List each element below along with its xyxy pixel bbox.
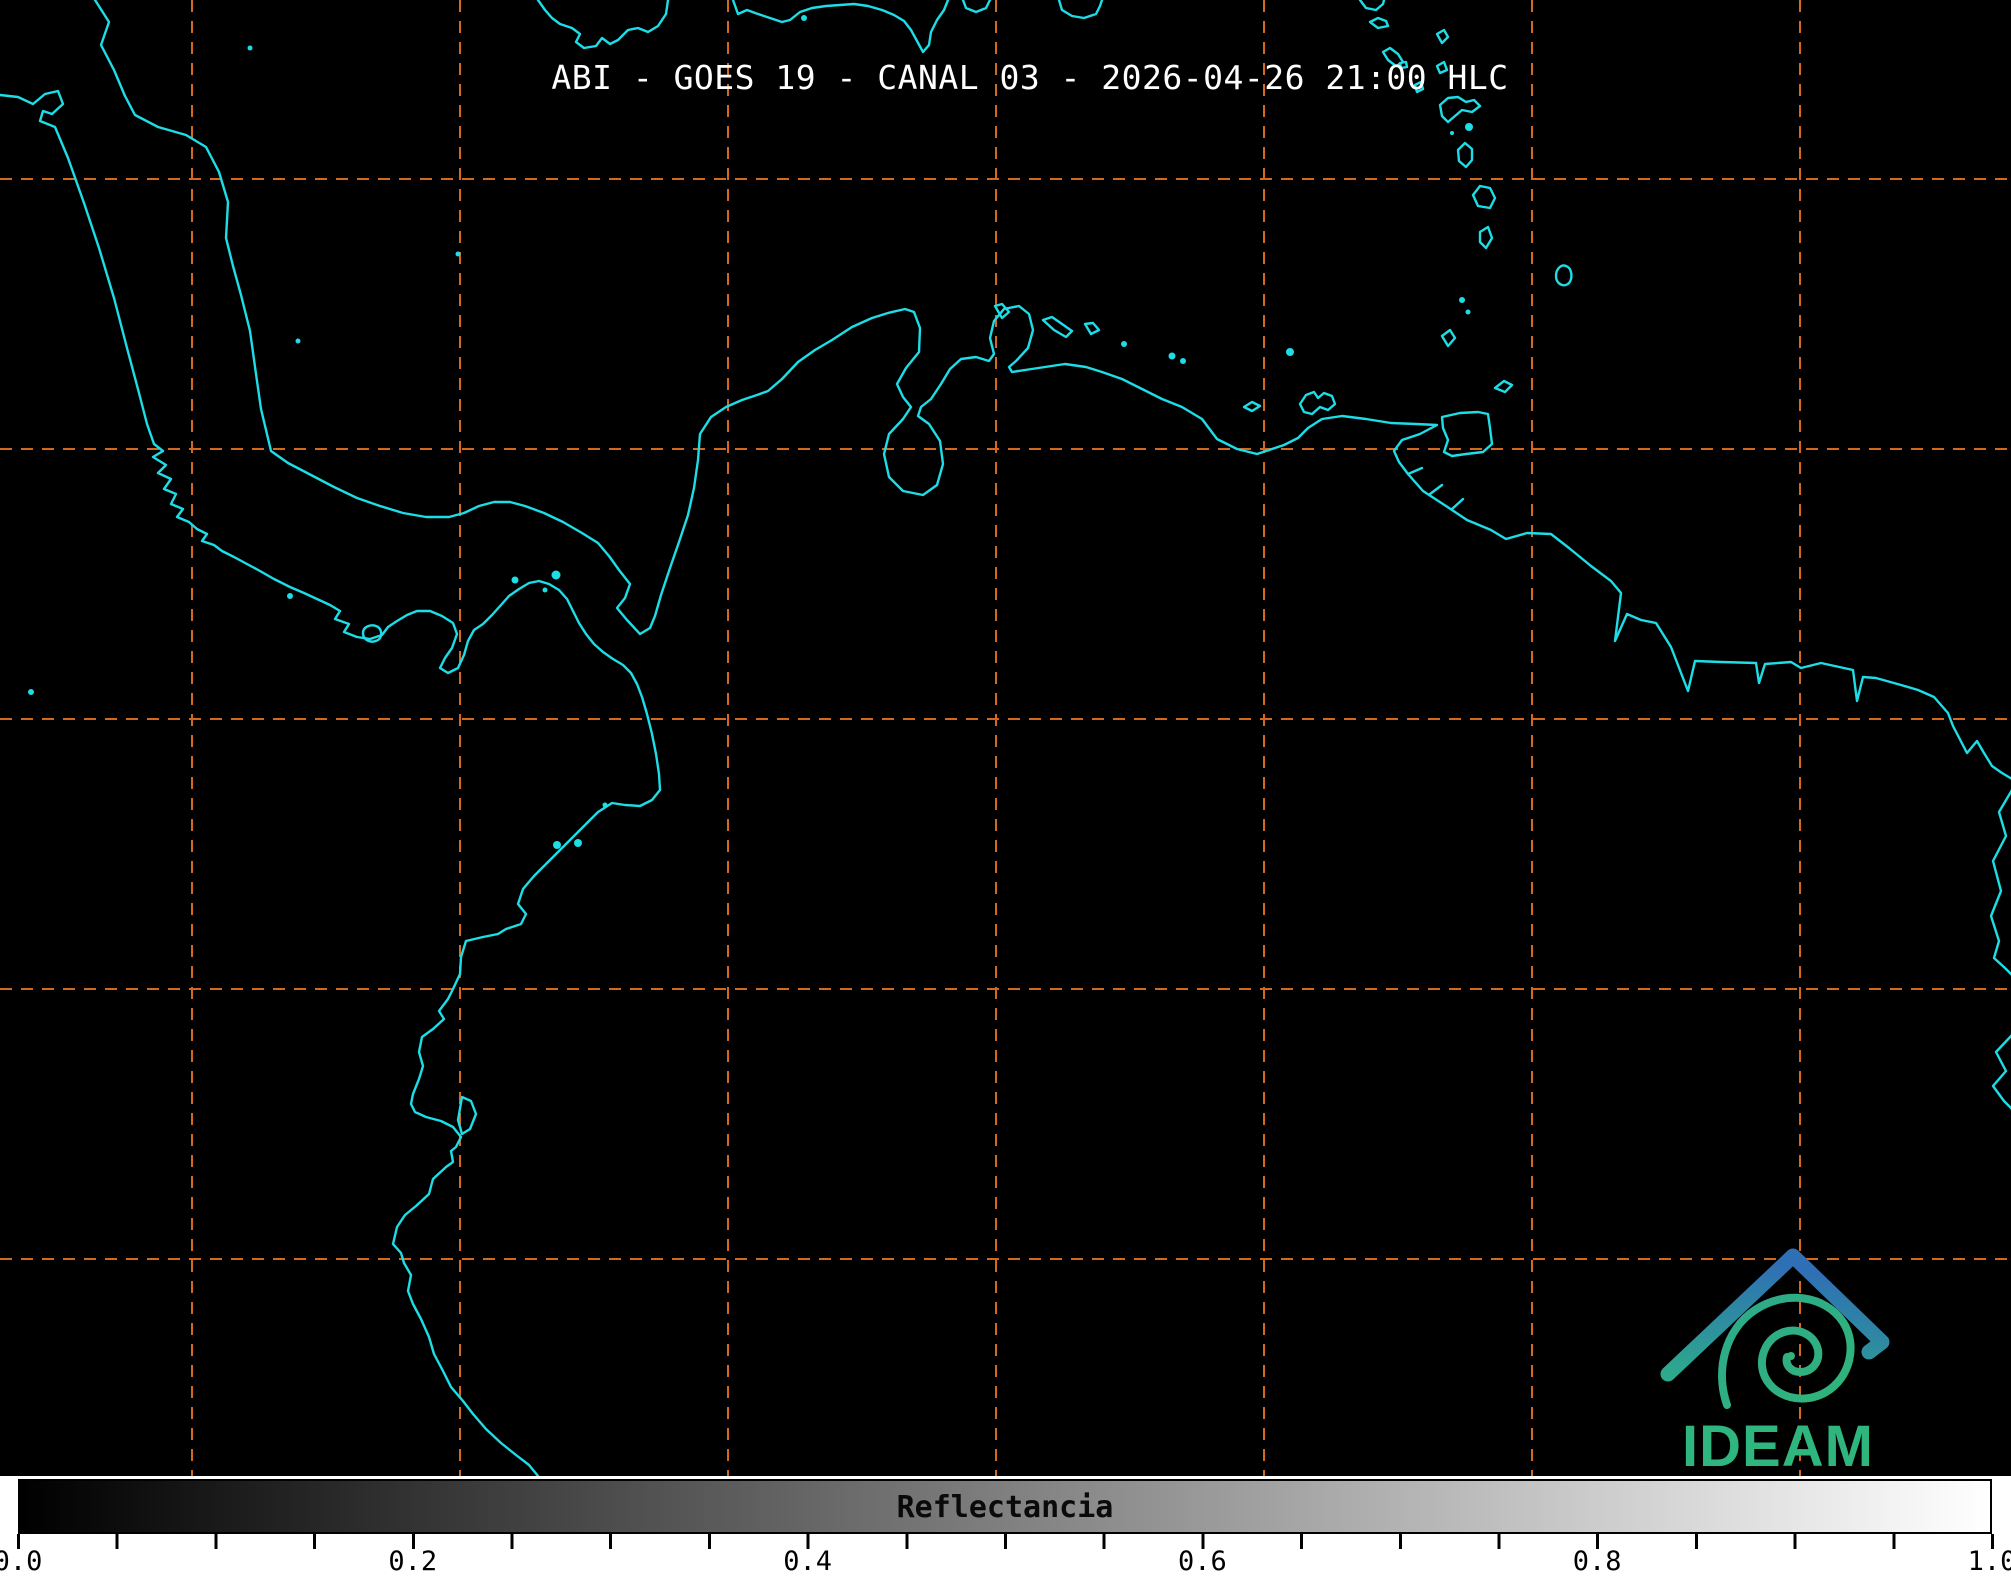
product-title: ABI - GOES 19 - CANAL 03 - 2026-04-26 21… bbox=[551, 58, 1508, 97]
coastline-greater-antilles bbox=[538, 0, 1102, 52]
coastline-layer bbox=[0, 0, 2011, 1476]
coastline-pacific bbox=[0, 91, 660, 1476]
colorbar-tick-label: 0.8 bbox=[1573, 1548, 1622, 1575]
colorbar-footer: Reflectancia 0.0 0.2 0.4 0.6 0.8 1.0 bbox=[0, 1476, 2011, 1577]
satellite-map-canvas: ABI - GOES 19 - CANAL 03 - 2026-04-26 21… bbox=[0, 0, 2011, 1476]
colorbar-tick-label: 0.4 bbox=[783, 1548, 832, 1575]
colorbar-tick-label: 0.6 bbox=[1178, 1548, 1227, 1575]
map-graphics: ABI - GOES 19 - CANAL 03 - 2026-04-26 21… bbox=[0, 0, 2011, 1476]
islet-dots bbox=[28, 15, 1473, 849]
colorbar-tick-marks bbox=[17, 1534, 1995, 1549]
satellite-product-page: { "title": "ABI - GOES 19 - CANAL 03 - 2… bbox=[0, 0, 2011, 1577]
colorbar-tick-label: 0.0 bbox=[0, 1548, 42, 1575]
logo-spiral-eye bbox=[1787, 1352, 1795, 1360]
colorbar-label: Reflectancia bbox=[897, 1490, 1114, 1525]
coastline-caribbean-north bbox=[95, 0, 2011, 779]
logo-text: IDEAM bbox=[1682, 1414, 1874, 1476]
colorbar-tick-label: 0.2 bbox=[388, 1548, 437, 1575]
coastline-delta-channels bbox=[1408, 468, 1463, 509]
ideam-logo: IDEAM bbox=[1668, 1256, 1882, 1476]
graticule-grid bbox=[0, 0, 2011, 1476]
coastline-venezuelan-islands bbox=[995, 304, 1492, 456]
coastline-right-edge-fragments bbox=[1991, 790, 2011, 1109]
colorbar-tick-label: 1.0 bbox=[1968, 1548, 2011, 1575]
